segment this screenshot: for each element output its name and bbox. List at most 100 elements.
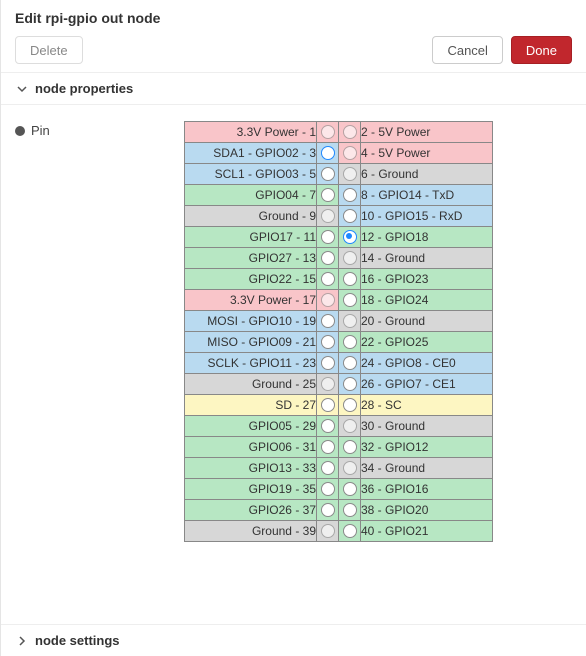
pin-radio-10[interactable]	[339, 206, 361, 227]
pin-label-20: 20 - Ground	[361, 311, 493, 332]
pin-radio-34	[339, 458, 361, 479]
pin-label-text: Pin	[31, 123, 50, 138]
pin-row-19-20: MOSI - GPIO10 - 1920 - Ground	[185, 311, 493, 332]
radio-icon	[321, 209, 335, 223]
pin-radio-30	[339, 416, 361, 437]
radio-icon	[321, 356, 335, 370]
pin-radio-36[interactable]	[339, 479, 361, 500]
properties-body: Pin 3.3V Power - 12 - 5V PowerSDA1 - GPI…	[1, 105, 586, 624]
chevron-right-icon	[17, 636, 27, 646]
pin-radio-37[interactable]	[317, 500, 339, 521]
pin-radio-22[interactable]	[339, 332, 361, 353]
radio-icon	[343, 377, 357, 391]
pin-radio-19[interactable]	[317, 311, 339, 332]
pin-radio-12[interactable]	[339, 227, 361, 248]
pin-label-6: 6 - Ground	[361, 164, 493, 185]
pin-label-11: GPIO17 - 11	[185, 227, 317, 248]
radio-icon	[343, 482, 357, 496]
radio-icon	[343, 461, 357, 475]
pin-radio-21[interactable]	[317, 332, 339, 353]
pin-label-2: 2 - 5V Power	[361, 122, 493, 143]
pin-radio-33[interactable]	[317, 458, 339, 479]
pin-row-11-12: GPIO17 - 11 12 - GPIO18	[185, 227, 493, 248]
pin-row-17-18: 3.3V Power - 1718 - GPIO24	[185, 290, 493, 311]
pin-radio-6	[339, 164, 361, 185]
pin-row-9-10: Ground - 910 - GPIO15 - RxD	[185, 206, 493, 227]
pin-form-label: Pin	[15, 121, 105, 138]
radio-icon	[343, 293, 357, 307]
pin-label-37: GPIO26 - 37	[185, 500, 317, 521]
radio-icon	[343, 188, 357, 202]
section-title-settings: node settings	[35, 633, 120, 648]
radio-icon	[343, 251, 357, 265]
radio-icon	[343, 503, 357, 517]
radio-icon	[321, 251, 335, 265]
panel-title: Edit rpi-gpio out node	[1, 0, 586, 26]
gpio-pin-table: 3.3V Power - 12 - 5V PowerSDA1 - GPIO02 …	[184, 121, 493, 542]
pin-label-16: 16 - GPIO23	[361, 269, 493, 290]
pin-row-25-26: Ground - 2526 - GPIO7 - CE1	[185, 374, 493, 395]
pin-row-21-22: MISO - GPIO09 - 2122 - GPIO25	[185, 332, 493, 353]
pin-row-13-14: GPIO27 - 1314 - Ground	[185, 248, 493, 269]
pin-radio-26[interactable]	[339, 374, 361, 395]
delete-button[interactable]: Delete	[15, 36, 83, 64]
radio-icon	[343, 209, 357, 223]
pin-radio-20	[339, 311, 361, 332]
pin-label-25: Ground - 25	[185, 374, 317, 395]
pin-radio-16[interactable]	[339, 269, 361, 290]
section-title-properties: node properties	[35, 81, 133, 96]
pin-radio-38[interactable]	[339, 500, 361, 521]
pin-radio-7[interactable]	[317, 185, 339, 206]
radio-icon	[321, 398, 335, 412]
pin-radio-15[interactable]	[317, 269, 339, 290]
radio-icon	[343, 356, 357, 370]
pin-label-13: GPIO27 - 13	[185, 248, 317, 269]
radio-icon	[321, 272, 335, 286]
pin-radio-3[interactable]	[317, 143, 339, 164]
pin-label-4: 4 - 5V Power	[361, 143, 493, 164]
radio-icon	[321, 482, 335, 496]
pin-radio-32[interactable]	[339, 437, 361, 458]
cancel-button[interactable]: Cancel	[432, 36, 502, 64]
pin-row-33-34: GPIO13 - 3334 - Ground	[185, 458, 493, 479]
pin-row-37-38: GPIO26 - 3738 - GPIO20	[185, 500, 493, 521]
pin-label-5: SCL1 - GPIO03 - 5	[185, 164, 317, 185]
radio-icon	[343, 272, 357, 286]
pin-radio-27[interactable]	[317, 395, 339, 416]
pin-radio-13[interactable]	[317, 248, 339, 269]
radio-icon	[321, 461, 335, 475]
pin-radio-23[interactable]	[317, 353, 339, 374]
radio-icon	[343, 419, 357, 433]
radio-icon	[321, 503, 335, 517]
pin-row: Pin 3.3V Power - 12 - 5V PowerSDA1 - GPI…	[15, 121, 572, 542]
pin-label-23: SCLK - GPIO11 - 23	[185, 353, 317, 374]
radio-icon	[343, 125, 357, 139]
pin-radio-5[interactable]	[317, 164, 339, 185]
radio-icon	[321, 440, 335, 454]
pin-radio-18[interactable]	[339, 290, 361, 311]
radio-icon	[321, 419, 335, 433]
radio-icon	[321, 167, 335, 181]
pin-radio-35[interactable]	[317, 479, 339, 500]
pin-radio-24[interactable]	[339, 353, 361, 374]
pin-radio-8[interactable]	[339, 185, 361, 206]
pin-radio-39	[317, 521, 339, 542]
section-toggle-settings[interactable]: node settings	[1, 624, 586, 656]
pin-radio-11[interactable]	[317, 227, 339, 248]
pin-radio-29[interactable]	[317, 416, 339, 437]
pin-radio-1	[317, 122, 339, 143]
pin-label-12: 12 - GPIO18	[361, 227, 493, 248]
pin-radio-40[interactable]	[339, 521, 361, 542]
pin-radio-28[interactable]	[339, 395, 361, 416]
radio-icon	[343, 230, 357, 244]
pin-radio-17	[317, 290, 339, 311]
section-toggle-properties[interactable]: node properties	[1, 72, 586, 105]
pin-row-31-32: GPIO06 - 3132 - GPIO12	[185, 437, 493, 458]
edit-panel: Edit rpi-gpio out node Delete Cancel Don…	[0, 0, 586, 656]
done-button[interactable]: Done	[511, 36, 572, 64]
pin-radio-31[interactable]	[317, 437, 339, 458]
radio-icon	[321, 146, 335, 160]
pin-label-40: 40 - GPIO21	[361, 521, 493, 542]
pin-label-17: 3.3V Power - 17	[185, 290, 317, 311]
pin-label-9: Ground - 9	[185, 206, 317, 227]
